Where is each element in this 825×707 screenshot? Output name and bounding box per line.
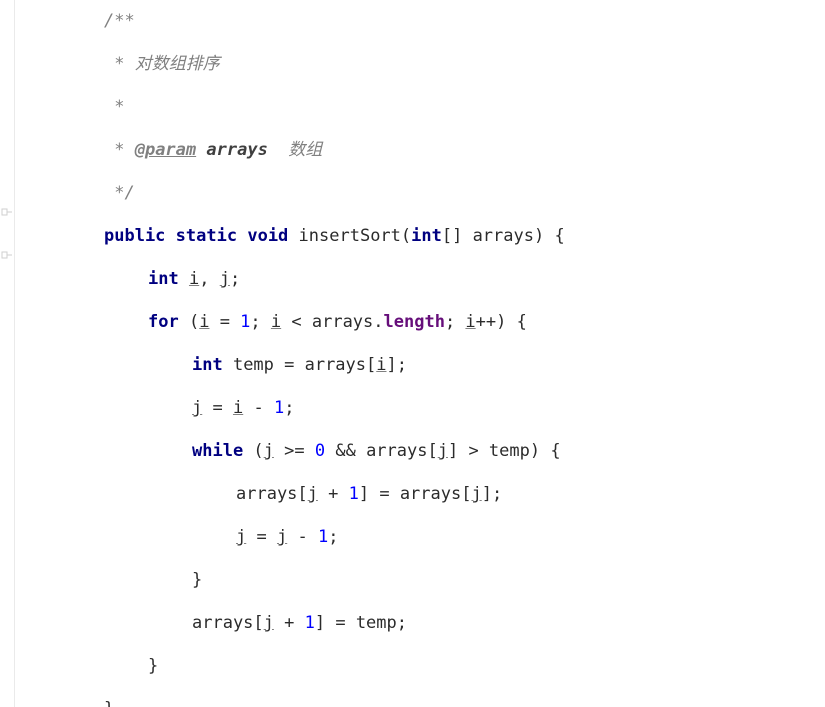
code-token: && arrays[ [325, 430, 438, 473]
code-token [237, 215, 247, 258]
code-token: j [264, 430, 274, 473]
code-token: insertSort( [299, 215, 412, 258]
code-token: 1 [274, 387, 284, 430]
code-token: ] = arrays[ [359, 473, 472, 516]
code-editor[interactable]: /** * 对数组排序 * * @param arrays 数组 */publi… [0, 0, 825, 707]
code-token [196, 129, 206, 172]
code-line[interactable]: int temp = arrays[i]; [20, 344, 565, 387]
code-token: 1 [318, 516, 328, 559]
code-line[interactable]: arrays[j + 1] = arrays[j]; [20, 473, 565, 516]
code-token: + [318, 473, 349, 516]
code-token: ; [230, 258, 240, 301]
code-token: j [277, 516, 287, 559]
code-token: /** [104, 0, 135, 43]
code-token: public [104, 215, 165, 258]
code-token: = [246, 516, 277, 559]
fold-marker-icon[interactable] [0, 250, 14, 264]
code-token [288, 215, 298, 258]
code-token: length [384, 301, 445, 344]
code-token: >= [274, 430, 315, 473]
code-token: ; [284, 387, 294, 430]
code-line[interactable]: while (j >= 0 && arrays[j] > temp) { [20, 430, 565, 473]
code-token: 0 [315, 430, 325, 473]
code-line[interactable]: int i, j; [20, 258, 565, 301]
code-area[interactable]: /** * 对数组排序 * * @param arrays 数组 */publi… [20, 0, 565, 707]
code-token: arrays[ [192, 602, 264, 645]
code-token: } [192, 559, 202, 602]
code-token: j [192, 387, 202, 430]
code-token: */ [104, 172, 135, 215]
code-token [165, 215, 175, 258]
code-token: i [189, 258, 199, 301]
code-token: ( [179, 301, 199, 344]
code-line[interactable]: public static void insertSort(int[] arra… [20, 215, 565, 258]
code-token: j [308, 473, 318, 516]
code-token: * 对数组排序 [104, 43, 220, 86]
code-line[interactable]: } [20, 688, 565, 707]
code-token: + [274, 602, 305, 645]
code-token: * [104, 86, 124, 129]
code-token: < arrays. [281, 301, 383, 344]
code-token: j [264, 602, 274, 645]
code-token: ] > temp) { [448, 430, 561, 473]
code-token: i [233, 387, 243, 430]
code-token: j [471, 473, 481, 516]
code-token: * [104, 129, 135, 172]
code-token: ] = temp; [315, 602, 407, 645]
code-line[interactable]: */ [20, 172, 565, 215]
code-token: int [148, 258, 179, 301]
code-token: i [376, 344, 386, 387]
code-token: ; [250, 301, 270, 344]
code-token: while [192, 430, 243, 473]
code-token: j [220, 258, 230, 301]
code-token: i [199, 301, 209, 344]
code-token: - [287, 516, 318, 559]
code-token: arrays [206, 129, 267, 172]
code-line[interactable]: * [20, 86, 565, 129]
code-token [179, 258, 189, 301]
code-token: ( [243, 430, 263, 473]
code-token: 1 [349, 473, 359, 516]
code-token: j [236, 516, 246, 559]
code-token: for [148, 301, 179, 344]
code-token: j [438, 430, 448, 473]
code-token: [] arrays) { [442, 215, 565, 258]
code-line[interactable]: } [20, 645, 565, 688]
code-token: ]; [482, 473, 502, 516]
code-token: = [209, 301, 240, 344]
code-token: = [202, 387, 233, 430]
code-line[interactable]: j = j - 1; [20, 516, 565, 559]
code-line[interactable]: * 对数组排序 [20, 43, 565, 86]
code-token: arrays[ [236, 473, 308, 516]
code-token: @param [135, 129, 196, 172]
code-line[interactable]: j = i - 1; [20, 387, 565, 430]
code-token: ]; [387, 344, 407, 387]
code-token: ; [328, 516, 338, 559]
code-token: i [465, 301, 475, 344]
code-token: 1 [240, 301, 250, 344]
code-line[interactable]: for (i = 1; i < arrays.length; i++) { [20, 301, 565, 344]
code-token: int [192, 344, 223, 387]
code-token: void [247, 215, 288, 258]
code-token: } [104, 688, 114, 707]
code-token: } [148, 645, 158, 688]
code-token: i [271, 301, 281, 344]
code-token: ; [445, 301, 465, 344]
code-token: , [199, 258, 219, 301]
code-token: ++) { [476, 301, 527, 344]
code-line[interactable]: /** [20, 0, 565, 43]
code-token: int [411, 215, 442, 258]
editor-gutter [0, 0, 15, 707]
code-token: 1 [305, 602, 315, 645]
code-line[interactable]: } [20, 559, 565, 602]
code-line[interactable]: arrays[j + 1] = temp; [20, 602, 565, 645]
code-token: static [176, 215, 237, 258]
code-token: - [243, 387, 274, 430]
code-token: temp = arrays[ [223, 344, 377, 387]
code-line[interactable]: * @param arrays 数组 [20, 129, 565, 172]
code-token: 数组 [268, 129, 322, 172]
fold-marker-icon[interactable] [0, 207, 14, 221]
